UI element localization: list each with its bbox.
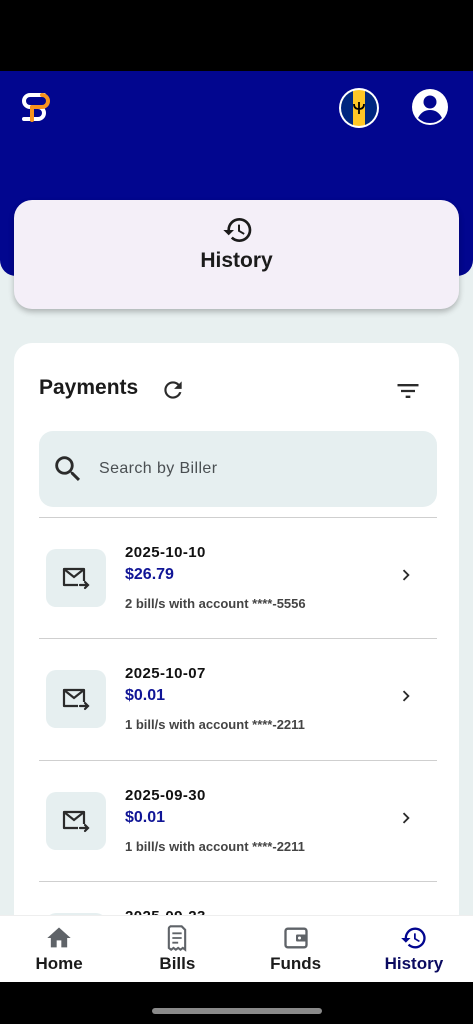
page-title: History [200, 249, 273, 272]
chevron-right-icon [402, 569, 410, 581]
payment-thumb [46, 670, 106, 728]
payment-item[interactable]: 2025-10-10 $26.79 2 bill/s with account … [39, 518, 437, 638]
payments-title: Payments [39, 376, 139, 399]
nav-bills[interactable]: Bills [118, 916, 236, 982]
sp-logo-icon[interactable] [18, 89, 52, 123]
chevron-right-icon [402, 690, 410, 702]
search-box[interactable] [39, 431, 437, 507]
nav-label: History [384, 954, 444, 973]
receipt-icon [168, 925, 187, 952]
payment-item[interactable]: 2025-09-30 $0.01 1 bill/s with account *… [39, 761, 437, 881]
email-send-icon [62, 810, 90, 833]
history-icon [401, 927, 426, 949]
payment-date: 2025-10-10 [125, 544, 206, 561]
nav-history[interactable]: History [355, 916, 473, 982]
payment-amount: $26.79 [125, 566, 174, 583]
status-bar [0, 0, 473, 71]
home-icon [47, 927, 71, 948]
chevron-right-icon [402, 812, 410, 824]
country-flag-button[interactable] [339, 88, 379, 128]
nav-label: Bills [159, 954, 196, 973]
email-send-icon [62, 567, 90, 590]
filter-icon[interactable] [394, 377, 422, 405]
app-screen: History Payments 2025-10-1 [0, 71, 473, 982]
email-send-icon [62, 688, 90, 711]
payment-thumb [46, 549, 106, 607]
home-indicator[interactable] [152, 1008, 322, 1014]
wallet-icon [283, 927, 308, 949]
account-circle-icon[interactable] [410, 87, 450, 127]
search-icon [55, 456, 81, 482]
system-nav-bar [0, 982, 473, 1024]
payment-thumb [46, 792, 106, 850]
payment-description: 1 bill/s with account ****-2211 [125, 717, 305, 732]
page-title-card: History [14, 200, 459, 309]
payment-date: 2025-09-30 [125, 787, 206, 804]
payment-date: 2025-10-07 [125, 665, 206, 682]
nav-funds[interactable]: Funds [237, 916, 355, 982]
payment-description: 1 bill/s with account ****-2211 [125, 839, 305, 854]
payment-item[interactable]: 2025-10-07 $0.01 1 bill/s with account *… [39, 639, 437, 759]
nav-home[interactable]: Home [0, 916, 118, 982]
payment-description: 2 bill/s with account ****-5556 [125, 596, 306, 611]
history-icon [223, 218, 252, 243]
payment-amount: $0.01 [125, 687, 166, 704]
search-input[interactable] [99, 455, 419, 483]
refresh-icon[interactable] [160, 377, 186, 403]
bottom-nav: Home Bills Funds History [0, 915, 473, 982]
nav-label: Home [35, 954, 83, 973]
nav-label: Funds [270, 954, 322, 973]
payments-card: Payments 2025-10-10 $26.79 [14, 343, 459, 982]
payment-amount: $0.01 [125, 809, 166, 826]
barbados-flag-icon [341, 90, 377, 126]
